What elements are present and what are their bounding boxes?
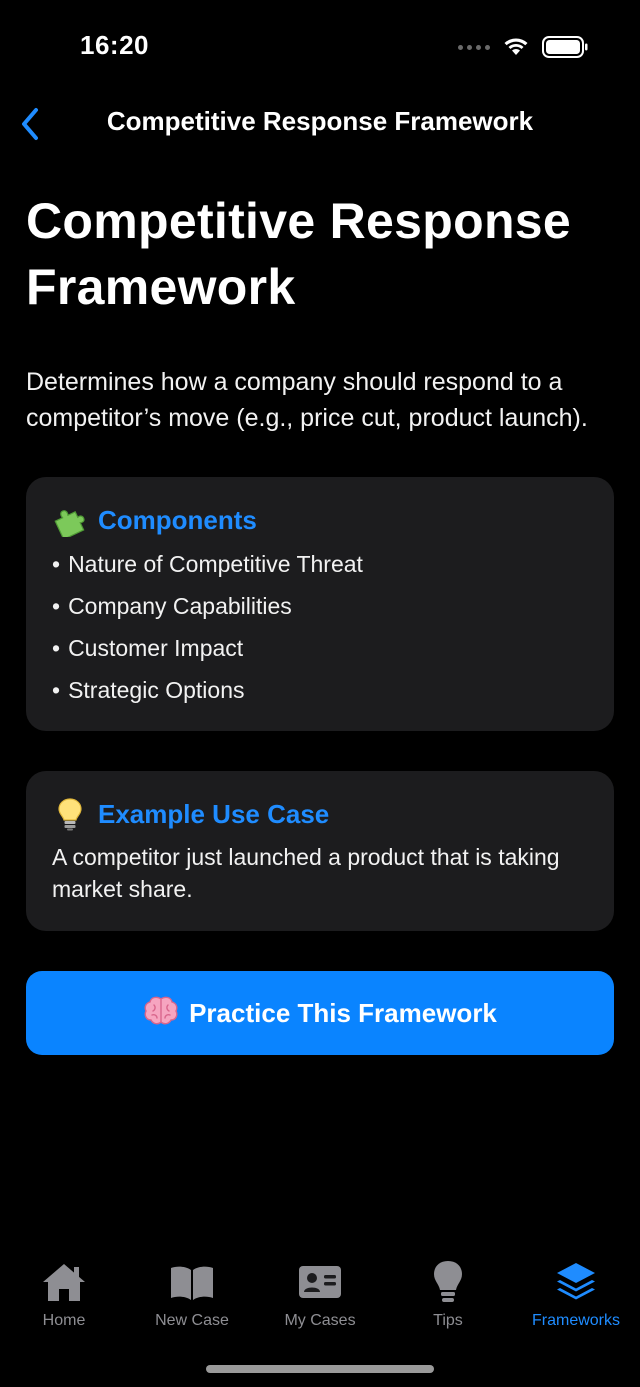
tab-bar: Home New Case My Cases Tips Frameworks xyxy=(0,1250,640,1350)
example-text: A competitor just launched a product tha… xyxy=(52,844,560,902)
page-title: Competitive Response Framework xyxy=(26,193,572,315)
components-list: • Nature of Competitive Threat • Company C… xyxy=(52,543,588,711)
cellular-signal-icon xyxy=(458,44,490,50)
id-card-icon xyxy=(296,1258,344,1306)
book-icon xyxy=(168,1258,216,1306)
home-indicator[interactable] xyxy=(206,1365,434,1373)
practice-button-label: Practice This Framework xyxy=(189,997,497,1028)
tab-home[interactable]: Home xyxy=(0,1250,128,1350)
light-bulb-icon xyxy=(424,1258,472,1306)
example-card: Example Use Case A competitor just launc… xyxy=(26,771,614,931)
tab-my-cases[interactable]: My Cases xyxy=(256,1250,384,1350)
list-item: • Strategic Options xyxy=(52,677,245,703)
brain-icon xyxy=(143,995,179,1032)
tab-label: New Case xyxy=(155,1312,229,1329)
list-item: • Company Capabilities xyxy=(52,593,292,619)
layers-icon xyxy=(552,1258,600,1306)
main-content: Competitive Response Framework Determine… xyxy=(26,188,614,1055)
tab-frameworks[interactable]: Frameworks xyxy=(512,1250,640,1350)
light-bulb-icon xyxy=(52,796,88,832)
puzzle-piece-icon xyxy=(52,502,88,538)
list-item: • Customer Impact xyxy=(52,635,244,661)
navigation-bar: Competitive Response Framework xyxy=(0,96,640,152)
tab-label: Home xyxy=(42,1312,86,1329)
page-description: Determines how a company should respond … xyxy=(26,368,588,432)
tab-new-case[interactable]: New Case xyxy=(128,1250,256,1350)
nav-title: Competitive Response Framework xyxy=(106,106,534,136)
tab-label: My Cases xyxy=(284,1312,356,1329)
wifi-icon xyxy=(504,38,528,55)
practice-framework-button[interactable]: Practice This Framework xyxy=(26,971,614,1055)
status-bar: 16:20 xyxy=(0,0,640,96)
components-header: Components xyxy=(52,501,588,539)
battery-icon xyxy=(542,36,588,58)
components-title: Components xyxy=(98,504,257,535)
tab-label: Tips xyxy=(433,1312,463,1329)
list-item: • Nature of Competitive Threat xyxy=(52,551,363,577)
tab-tips[interactable]: Tips xyxy=(384,1250,512,1350)
status-icons xyxy=(458,36,588,58)
example-header: Example Use Case xyxy=(52,795,588,833)
components-card: Components • Nature of Competitive Threat… xyxy=(26,477,614,731)
status-time: 16:20 xyxy=(80,30,149,60)
tab-label: Frameworks xyxy=(531,1312,620,1329)
house-icon xyxy=(40,1258,88,1306)
example-title: Example Use Case xyxy=(98,798,330,829)
